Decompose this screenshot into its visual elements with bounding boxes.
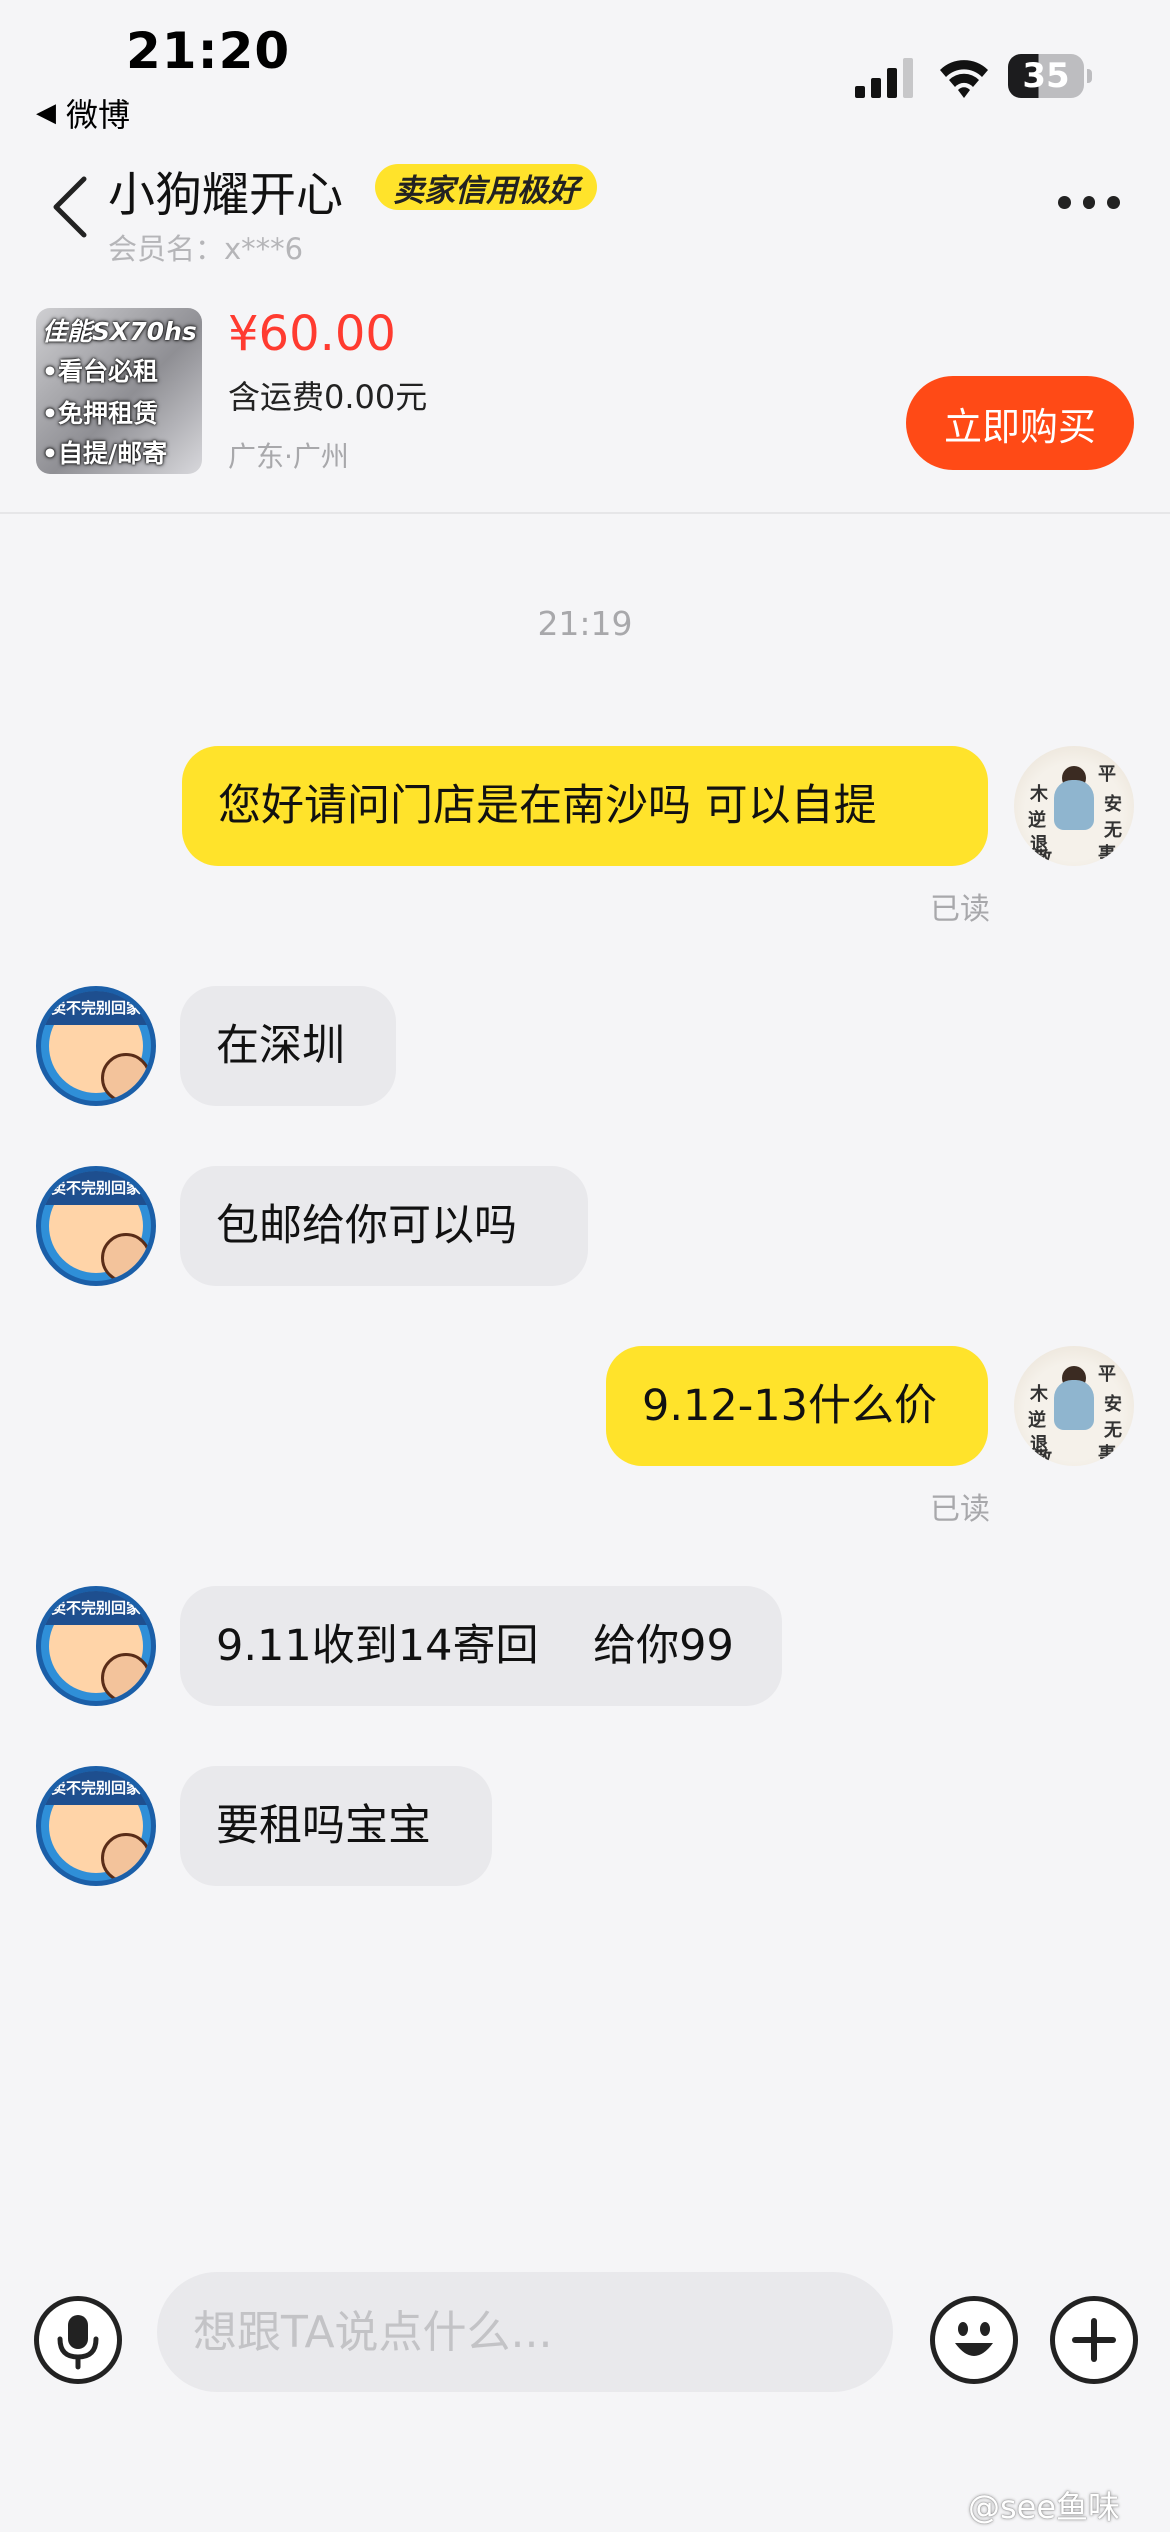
message-bubble-outgoing[interactable]: 9.12-13什么价: [606, 1346, 988, 1466]
back-to-app-link[interactable]: ◀ 微博: [36, 90, 130, 136]
seller-avatar[interactable]: 卖不完别回家: [36, 1766, 156, 1886]
product-thumbnail[interactable]: 佳能SX70hs •看台必租 •免押租赁 •自提/邮寄: [36, 308, 202, 474]
plus-icon: [1072, 2318, 1116, 2362]
message-input[interactable]: [157, 2272, 893, 2392]
seller-avatar[interactable]: 卖不完别回家: [36, 1166, 156, 1286]
header-divider: [0, 512, 1170, 514]
message-bubble-incoming[interactable]: 在深圳: [180, 986, 396, 1106]
thumbnail-text-line: •看台必租: [42, 357, 158, 386]
more-actions-button[interactable]: [1050, 2296, 1138, 2384]
battery-level: 35: [1008, 54, 1084, 98]
cellular-signal-icon: [855, 58, 913, 98]
status-time: 21:20: [126, 22, 291, 80]
thumbnail-text-line: •自提/邮寄: [42, 439, 168, 468]
chat-timestamp: 21:19: [537, 604, 633, 643]
back-app-label: 微博: [66, 96, 131, 134]
my-avatar[interactable]: 木 平 安 逆 无 退 散 事: [1014, 746, 1134, 866]
shipping-info: 含运费0.00元: [228, 378, 428, 416]
smiley-icon: [955, 2322, 993, 2356]
microphone-icon: [57, 2315, 99, 2370]
message-bubble-incoming[interactable]: 要租吗宝宝: [180, 1766, 492, 1886]
read-receipt: 已读: [930, 1492, 990, 1527]
member-name-label: 会员名：x***6: [108, 232, 304, 266]
message-bubble-incoming[interactable]: 9.11收到14寄回 给你99: [180, 1586, 782, 1706]
back-triangle-icon: ◀: [36, 98, 56, 128]
read-receipt: 已读: [930, 892, 990, 927]
seller-name[interactable]: 小狗耀开心: [108, 156, 343, 225]
battery-icon: 35: [1008, 54, 1092, 98]
product-location: 广东·广州: [228, 440, 349, 473]
thumbnail-text-line: 佳能SX70hs: [42, 317, 197, 346]
wifi-icon: [940, 60, 988, 98]
back-arrow-icon[interactable]: [50, 175, 90, 239]
seller-avatar[interactable]: 卖不完别回家: [36, 1586, 156, 1706]
emoji-button[interactable]: [930, 2296, 1018, 2384]
buy-now-button[interactable]: 立即购买: [906, 376, 1134, 470]
message-bubble-incoming[interactable]: 包邮给你可以吗: [180, 1166, 588, 1286]
seller-credit-badge: 卖家信用极好: [375, 164, 597, 210]
thumbnail-text-line: •免押租赁: [42, 399, 158, 428]
watermark: @see鱼味: [968, 2488, 1121, 2526]
message-bubble-outgoing[interactable]: 您好请问门店是在南沙吗 可以自提: [182, 746, 988, 866]
voice-input-button[interactable]: [34, 2296, 122, 2384]
seller-avatar[interactable]: 卖不完别回家: [36, 986, 156, 1106]
more-options-icon[interactable]: [1058, 196, 1121, 216]
my-avatar[interactable]: 木 平 安 逆 无 退 散 事: [1014, 1346, 1134, 1466]
product-price: ¥60.00: [228, 306, 396, 362]
